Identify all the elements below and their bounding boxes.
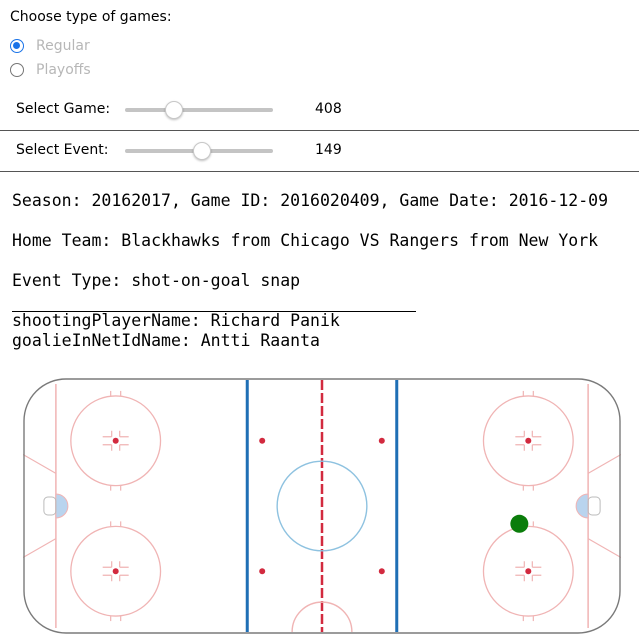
trapezoid-right-top — [587, 453, 621, 474]
radio-playoffs[interactable]: Playoffs — [10, 60, 91, 80]
faceoff-l-mark — [515, 574, 525, 582]
trapezoid-right-bottom — [587, 538, 621, 559]
faceoff-l-mark — [515, 430, 525, 438]
event-marker — [510, 514, 529, 533]
trapezoid-left-bottom — [23, 538, 57, 559]
neutral-faceoff-dot-1 — [259, 437, 266, 444]
goal-net-left — [43, 496, 57, 516]
season-info: Season: 20162017, Game ID: 2016020409, G… — [12, 191, 609, 210]
neutral-faceoff-dot-4 — [378, 568, 385, 575]
neutral-faceoff-dot-3 — [259, 568, 266, 575]
trapezoid-left-top — [23, 453, 57, 474]
faceoff-l-mark — [102, 561, 113, 568]
faceoff-l-mark — [119, 561, 129, 568]
faceoff-l-mark — [531, 444, 542, 451]
goal-crease-left — [55, 493, 69, 519]
neutral-faceoff-dot-2 — [378, 437, 385, 444]
faceoff-l-mark — [515, 561, 525, 568]
hockey-rink — [23, 378, 621, 634]
radio-regular-button[interactable] — [10, 39, 24, 53]
shooter-info: shootingPlayerName: Richard Panik — [12, 311, 340, 330]
faceoff-l-mark — [102, 444, 113, 451]
faceoff-l-mark — [102, 574, 113, 582]
faceoff-l-mark — [119, 444, 129, 451]
game-type-heading: Choose type of games: — [10, 9, 172, 25]
radio-playoffs-button[interactable] — [10, 63, 24, 77]
goal-crease-right — [575, 493, 589, 519]
end-faceoff-dot-2 — [112, 568, 119, 575]
faceoff-l-mark — [515, 444, 525, 451]
goal-net-right — [587, 496, 601, 516]
select-game-label: Select Game: — [16, 101, 111, 117]
radio-playoffs-label: Playoffs — [36, 62, 91, 78]
select-game-slider-track[interactable] — [125, 108, 273, 112]
faceoff-l-mark — [531, 430, 542, 438]
select-game-slider-thumb[interactable] — [164, 101, 183, 119]
event-type-info: Event Type: shot-on-goal snap — [12, 271, 301, 290]
faceoff-l-mark — [119, 430, 129, 438]
faceoff-l-mark — [102, 430, 113, 438]
end-faceoff-dot-4 — [525, 568, 532, 575]
radio-regular-label: Regular — [36, 38, 90, 54]
select-event-row: Select Event: 149 — [0, 131, 639, 171]
radio-regular[interactable]: Regular — [10, 36, 90, 56]
faceoff-l-mark — [531, 561, 542, 568]
end-faceoff-dot-1 — [112, 437, 119, 444]
faceoff-l-mark — [531, 574, 542, 582]
select-event-value: 149 — [315, 142, 342, 158]
select-event-slider-thumb[interactable] — [192, 142, 211, 160]
teams-info: Home Team: Blackhawks from Chicago VS Ra… — [12, 231, 599, 250]
select-event-label: Select Event: — [16, 142, 109, 158]
faceoff-l-mark — [119, 574, 129, 582]
select-game-row: Select Game: 408 — [0, 90, 639, 130]
end-faceoff-dot-3 — [525, 437, 532, 444]
goalie-info: goalieInNetIdName: Antti Raanta — [12, 331, 320, 350]
divider-bottom — [0, 171, 639, 172]
select-game-value: 408 — [315, 101, 342, 117]
